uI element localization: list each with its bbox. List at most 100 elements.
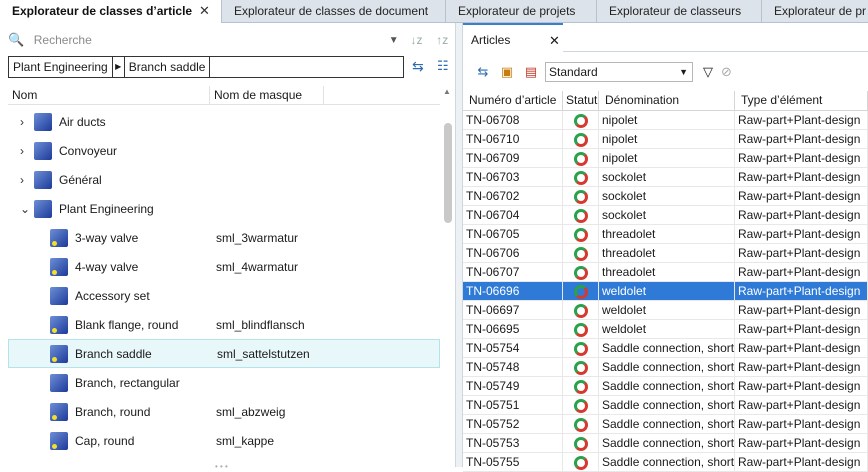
close-icon[interactable]: ✕	[199, 3, 210, 19]
column-header-denomination[interactable]: Dénomination	[599, 91, 735, 110]
search-bar[interactable]: 🔍 Recherche ▼ ↓z ↑z	[8, 29, 456, 51]
tab-explorateur-classeurs[interactable]: Explorateur de classeurs	[597, 0, 762, 23]
table-row[interactable]: TN-06702 sockolet Raw-part+Plant-design	[463, 187, 868, 206]
tree-item-mask: sml_sattelstutzen	[217, 346, 310, 361]
cell-element-type: Raw-part+Plant-design	[735, 168, 868, 186]
chevron-down-icon[interactable]: ⌄	[20, 202, 34, 216]
sort-ascending-icon[interactable]: ↑z	[436, 33, 456, 47]
status-cycle-icon	[573, 189, 588, 204]
tree-view-icon[interactable]: ☷	[437, 58, 449, 74]
table-row-selected[interactable]: TN-06696 weldolet Raw-part+Plant-design	[463, 282, 868, 301]
clear-filter-icon[interactable]: ⊘	[721, 64, 732, 80]
cell-denomination: Saddle connection, short	[599, 415, 735, 433]
refresh-icon[interactable]: ⇆	[412, 58, 424, 75]
cell-status	[563, 339, 599, 357]
status-cycle-icon	[573, 436, 588, 451]
cell-status	[563, 282, 599, 300]
tree-item[interactable]: › Air ducts	[8, 107, 440, 136]
tree-item[interactable]: Cap, round sml_kappe	[8, 426, 440, 455]
cell-article-number: TN-06706	[463, 244, 563, 262]
tree-item[interactable]: › Convoyeur	[8, 136, 440, 165]
breadcrumb-item-plant-engineering[interactable]: Plant Engineering	[9, 57, 113, 77]
chevron-right-icon[interactable]: ›	[20, 144, 34, 158]
table-row[interactable]: TN-06709 nipolet Raw-part+Plant-design	[463, 149, 868, 168]
tab-label: Explorateur de pr	[774, 4, 867, 18]
table-row[interactable]: TN-06710 nipolet Raw-part+Plant-design	[463, 130, 868, 149]
table-row[interactable]: TN-06705 threadolet Raw-part+Plant-design	[463, 225, 868, 244]
table-row[interactable]: TN-06697 weldolet Raw-part+Plant-design	[463, 301, 868, 320]
breadcrumb-item-branch-saddle[interactable]: Branch saddle	[125, 57, 211, 77]
close-icon[interactable]: ✕	[549, 33, 560, 49]
status-cycle-icon	[573, 455, 588, 470]
search-input[interactable]: Recherche	[34, 33, 389, 47]
status-cycle-icon	[573, 360, 588, 375]
filter-icon[interactable]: ▽	[703, 64, 713, 80]
tree-header: Nom Nom de masque	[8, 85, 440, 105]
vertical-scrollbar[interactable]	[444, 123, 452, 223]
cell-denomination: threadolet	[599, 225, 735, 243]
class-leaf-icon	[50, 431, 68, 450]
table-row[interactable]: TN-05748 Saddle connection, short Raw-part…	[463, 358, 868, 377]
chevron-right-icon[interactable]: ›	[20, 173, 34, 187]
tree-item[interactable]: Branch, round sml_abzweig	[8, 397, 440, 426]
status-cycle-icon	[573, 417, 588, 432]
cell-denomination: sockolet	[599, 168, 735, 186]
column-header-type[interactable]: Type d’élément	[735, 91, 868, 110]
cell-status	[563, 168, 599, 186]
chevron-right-icon[interactable]: ▶	[113, 57, 125, 77]
cell-status	[563, 453, 599, 471]
table-row[interactable]: TN-05755 Saddle connection, short Raw-part…	[463, 453, 868, 472]
tree-item[interactable]: › Général	[8, 165, 440, 194]
cell-status	[563, 358, 599, 376]
table-row[interactable]: TN-06708 nipolet Raw-part+Plant-design	[463, 111, 868, 130]
column-header-numero[interactable]: Numéro d’article	[463, 91, 563, 110]
tab-articles[interactable]: Articles ✕	[463, 23, 563, 52]
search-icon: 🔍	[8, 32, 25, 47]
tab-explorateur-pr[interactable]: Explorateur de pr	[762, 0, 868, 23]
tab-explorateur-classes-article[interactable]: Explorateur de classes d’article ✕	[0, 0, 222, 23]
table-row[interactable]: TN-05754 Saddle connection, short Raw-part…	[463, 339, 868, 358]
table-row[interactable]: TN-06695 weldolet Raw-part+Plant-design	[463, 320, 868, 339]
status-cycle-icon	[573, 379, 588, 394]
cell-element-type: Raw-part+Plant-design	[735, 320, 868, 338]
cell-article-number: TN-06704	[463, 206, 563, 224]
table-row[interactable]: TN-05749 Saddle connection, short Raw-part…	[463, 377, 868, 396]
table-row[interactable]: TN-06703 sockolet Raw-part+Plant-design	[463, 168, 868, 187]
column-header-nom[interactable]: Nom	[8, 85, 210, 104]
tree-item[interactable]: Accessory set	[8, 281, 440, 310]
table-row[interactable]: TN-05753 Saddle connection, short Raw-part…	[463, 434, 868, 453]
chevron-right-icon[interactable]: ›	[20, 115, 34, 129]
table-row[interactable]: TN-06706 threadolet Raw-part+Plant-design	[463, 244, 868, 263]
cell-denomination: Saddle connection, short	[599, 339, 735, 357]
refresh-icon[interactable]: ⇆	[471, 64, 495, 80]
tree-item-selected[interactable]: Branch saddle sml_sattelstutzen	[8, 339, 440, 368]
delete-list-icon[interactable]: ▤	[519, 64, 543, 80]
tab-explorateur-projets[interactable]: Explorateur de projets	[446, 0, 597, 23]
cell-element-type: Raw-part+Plant-design	[735, 415, 868, 433]
scroll-up-icon[interactable]: ▲	[443, 87, 451, 96]
tree-item[interactable]: Branch, rectangular	[8, 368, 440, 397]
tree-item-label: Accessory set	[75, 288, 150, 303]
tab-explorateur-classes-document[interactable]: Explorateur de classes de document	[222, 0, 446, 23]
tree-item[interactable]: Blank flange, round sml_blindflansch	[8, 310, 440, 339]
tab-label: Explorateur de classes d’article	[12, 4, 193, 18]
tree-item[interactable]: 4-way valve sml_4warmatur	[8, 252, 440, 281]
chevron-down-icon[interactable]: ▼	[389, 35, 405, 46]
column-header-statut[interactable]: Statut	[563, 91, 599, 110]
export-icon[interactable]: ▣	[495, 64, 519, 80]
cell-element-type: Raw-part+Plant-design	[735, 377, 868, 395]
status-cycle-icon	[573, 322, 588, 337]
tree-item-label: 3-way valve	[75, 230, 139, 245]
tree-item[interactable]: ⌄ Plant Engineering	[8, 194, 440, 223]
tree-item[interactable]: 3-way valve sml_3warmatur	[8, 223, 440, 252]
column-header-nom-de-masque[interactable]: Nom de masque	[210, 85, 324, 104]
sort-descending-icon[interactable]: ↓z	[411, 33, 431, 47]
table-row[interactable]: TN-05751 Saddle connection, short Raw-part…	[463, 396, 868, 415]
tree-item-mask: sml_blindflansch	[216, 317, 305, 332]
cell-element-type: Raw-part+Plant-design	[735, 130, 868, 148]
panel-splitter[interactable]	[455, 23, 463, 467]
table-row[interactable]: TN-06704 sockolet Raw-part+Plant-design	[463, 206, 868, 225]
table-row[interactable]: TN-06707 threadolet Raw-part+Plant-design	[463, 263, 868, 282]
view-select[interactable]: Standard ▼	[545, 62, 693, 82]
table-row[interactable]: TN-05752 Saddle connection, short Raw-part…	[463, 415, 868, 434]
